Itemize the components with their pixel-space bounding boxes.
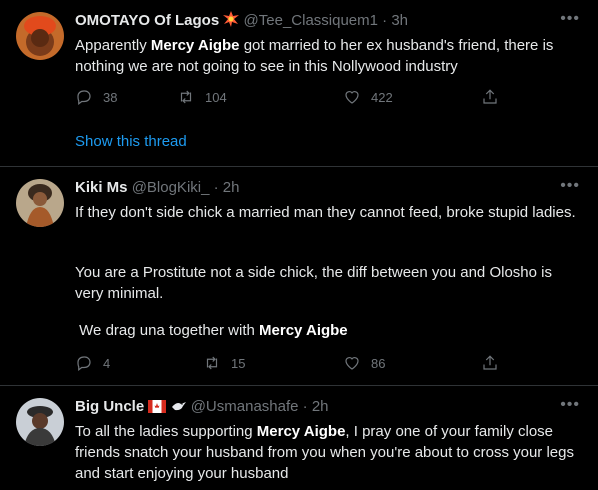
tweet-header: Big Uncle @Usmanashafe · 2h <box>75 397 329 417</box>
more-icon[interactable]: ••• <box>560 177 580 195</box>
like-icon <box>345 91 359 104</box>
retweet-button[interactable]: 104 <box>177 87 227 107</box>
tweet-2[interactable]: Kiki Ms @BlogKiki_ · 2h ••• If they don'… <box>0 167 598 385</box>
author-handle[interactable]: @BlogKiki_ <box>132 179 210 196</box>
reply-count: 38 <box>103 89 118 105</box>
like-count: 86 <box>371 355 386 371</box>
tweet-3[interactable]: Big Uncle @Usmanashafe · 2h ••• To all t… <box>0 386 598 490</box>
more-icon[interactable]: ••• <box>560 10 580 28</box>
tweet-header: Kiki Ms @BlogKiki_ · 2h <box>75 178 239 198</box>
author-name[interactable]: OMOTAYO Of Lagos <box>75 12 219 29</box>
reply-button[interactable]: 4 <box>75 353 110 373</box>
author-name[interactable]: Big Uncle <box>75 398 144 415</box>
reply-icon <box>77 90 91 105</box>
author-handle[interactable]: @Tee_Classiquem1 <box>244 12 378 29</box>
highlight-keyword: Mercy Aigbe <box>256 423 346 440</box>
reply-icon <box>77 356 91 371</box>
share-icon <box>483 355 497 370</box>
more-icon[interactable]: ••• <box>560 396 580 414</box>
tweet-timestamp[interactable]: · 2h <box>303 398 329 415</box>
share-button[interactable] <box>481 353 499 373</box>
canada-flag-icon <box>148 399 167 419</box>
like-button[interactable]: 422 <box>343 87 393 107</box>
reply-button[interactable]: 38 <box>75 87 117 107</box>
retweet-button[interactable]: 15 <box>203 353 245 373</box>
show-thread-link[interactable]: Show this thread <box>75 133 187 150</box>
avatar[interactable] <box>16 12 64 60</box>
tweet-timestamp[interactable]: · 2h <box>214 179 240 196</box>
retweet-count: 104 <box>205 89 227 105</box>
share-icon <box>483 89 497 104</box>
avatar[interactable] <box>16 179 64 227</box>
retweet-icon <box>206 356 218 370</box>
like-count: 422 <box>371 89 393 105</box>
retweet-icon <box>180 90 192 104</box>
avatar[interactable] <box>16 398 64 446</box>
tweet-actions: 38 104 422 <box>75 87 497 107</box>
tweet-text-paragraph-3: We drag una together with Mercy Aigbe <box>75 322 348 339</box>
share-button[interactable] <box>481 87 499 107</box>
tweet-text: To all the ladies supporting Mercy Aigbe… <box>75 423 579 482</box>
like-button[interactable]: 86 <box>343 353 385 373</box>
tweet-text-paragraph-2: You are a Prostitute not a side chick, t… <box>75 264 557 302</box>
author-name[interactable]: Kiki Ms <box>75 179 128 196</box>
tweet-timestamp[interactable]: · 3h <box>382 12 408 29</box>
reply-count: 4 <box>103 355 111 371</box>
tweet-text: Apparently Mercy Aigbe got married to he… <box>75 37 558 75</box>
tweet-actions: 4 15 86 <box>75 353 497 373</box>
tweet-1[interactable]: OMOTAYO Of Lagos @Tee_Classiquem1 · 3h •… <box>0 0 598 166</box>
tweet-text-paragraph-1: If they don't side chick a married man t… <box>75 204 576 221</box>
author-handle[interactable]: @Usmanashafe <box>191 398 299 415</box>
highlight-keyword: Mercy Aigbe <box>150 37 240 54</box>
retweet-count: 15 <box>231 355 246 371</box>
like-icon <box>345 357 359 370</box>
collision-emoji-icon <box>223 11 240 33</box>
dove-emoji-icon <box>171 399 187 419</box>
tweet-header: OMOTAYO Of Lagos @Tee_Classiquem1 · 3h <box>75 11 408 31</box>
highlight-keyword: Mercy Aigbe <box>259 322 348 339</box>
